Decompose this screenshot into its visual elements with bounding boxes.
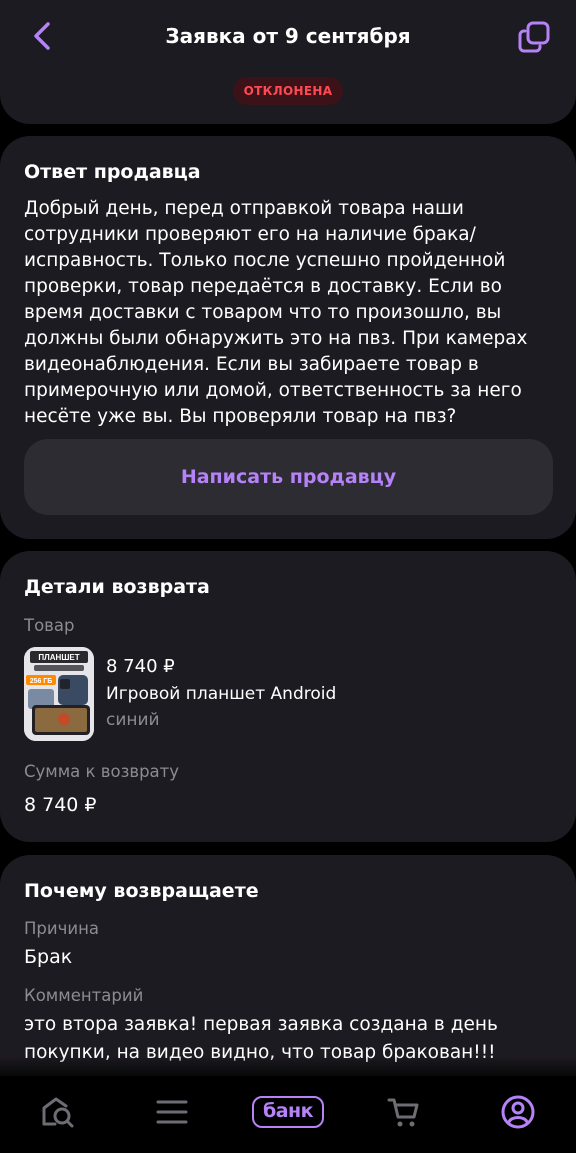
refund-label: Сумма к возврату <box>24 762 180 781</box>
tab-catalog[interactable] <box>150 1090 194 1134</box>
product-image-art: ПЛАНШЕТ 256 ГБ <box>24 647 94 741</box>
product-image[interactable]: ПЛАНШЕТ 256 ГБ <box>24 647 94 741</box>
copy-button[interactable] <box>510 15 558 59</box>
profile-icon <box>501 1095 535 1129</box>
product-price: 8 740 ₽ <box>106 656 175 677</box>
tab-bank[interactable]: банк <box>250 1090 326 1134</box>
bank-label: банк <box>252 1096 324 1128</box>
product-name[interactable]: Игровой планшет Android <box>106 681 336 707</box>
home-search-icon <box>42 1097 74 1128</box>
product-label: Товар <box>24 616 75 635</box>
refund-value: 8 740 ₽ <box>24 794 97 816</box>
write-seller-button[interactable]: Написать продавцу <box>24 439 553 515</box>
chevron-left-icon <box>34 22 50 50</box>
product-color: синий <box>106 710 160 730</box>
bottom-tab-bar: банк <box>0 1076 576 1153</box>
menu-icon <box>156 1100 188 1124</box>
seller-reply-title: Ответ продавца <box>24 161 201 183</box>
tab-cart[interactable] <box>382 1090 426 1134</box>
reason-value: Брак <box>24 946 73 968</box>
page-title: Заявка от 9 сентября <box>165 24 411 48</box>
cart-icon <box>387 1098 419 1127</box>
back-button[interactable] <box>22 16 62 56</box>
status-badge: ОТКЛОНЕНА <box>233 77 343 105</box>
reason-label: Причина <box>24 919 99 938</box>
seller-reply-text: Добрый день, перед отправкой товара наши… <box>24 198 528 427</box>
seller-reply-card: Ответ продавца Добрый день, перед отправ… <box>0 136 576 539</box>
copy-icon <box>518 21 550 53</box>
tab-home[interactable] <box>36 1090 80 1134</box>
tab-profile[interactable] <box>496 1090 540 1134</box>
comment-label: Комментарий <box>24 986 144 1005</box>
return-details-card: Детали возврата Товар ПЛАНШЕТ 256 ГБ 8 7… <box>0 551 576 842</box>
thumb-title-text: ПЛАНШЕТ <box>38 653 79 662</box>
return-details-title: Детали возврата <box>24 576 210 598</box>
thumb-storage-text: 256 ГБ <box>30 678 53 685</box>
header: Заявка от 9 сентября ОТКЛОНЕНА <box>0 0 576 124</box>
return-reason-title: Почему возвращаете <box>24 880 259 902</box>
